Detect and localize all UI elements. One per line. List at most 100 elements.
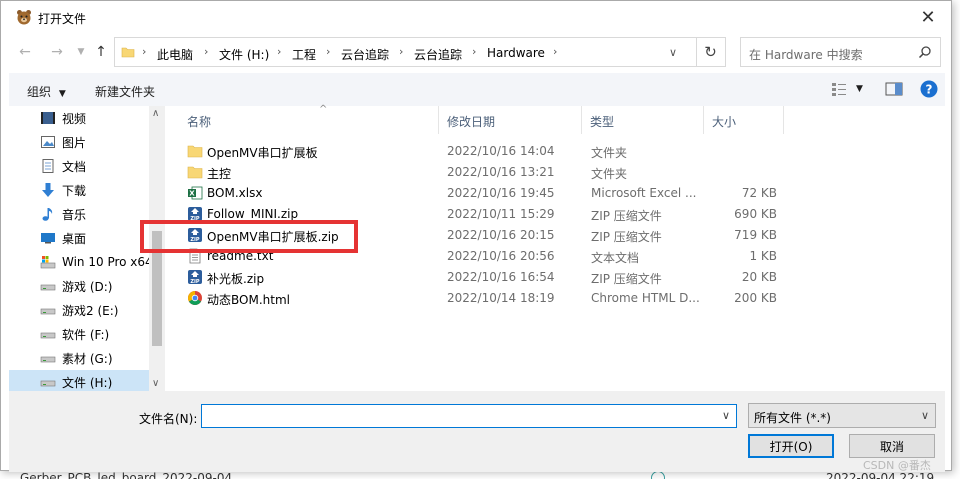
watermark: CSDN @番杰 (863, 459, 931, 472)
file-date: 2022/10/16 19:45 (447, 186, 555, 200)
arrow-up-icon: ↑ (95, 44, 107, 60)
app-bear-icon (17, 10, 31, 25)
breadcrumb-separator: › (553, 45, 558, 58)
sidebar-item-drive-h[interactable]: 文件 (H:) (9, 370, 149, 391)
sidebar-item-label: 桌面 (62, 231, 87, 246)
filename-input[interactable]: ∨ (201, 404, 737, 428)
cancel-button[interactable]: 取消 (849, 434, 935, 458)
search-icon (918, 46, 931, 59)
filename-label: 文件名(N): (139, 412, 198, 426)
file-size: 690 KB (734, 207, 777, 221)
organize-button[interactable]: 组织 ▼ (27, 83, 66, 100)
background-file-name: Gerber_PCB_led_board_2022-09-04 (20, 471, 233, 479)
system-drive-icon (40, 254, 56, 270)
file-row[interactable]: OpenMV串口扩展板 2022/10/16 14:04 文件夹 (179, 140, 779, 161)
breadcrumb-separator: › (142, 45, 147, 58)
dialog-footer: 文件名(N): ∨ 所有文件 (*.*) ∨ 打开(O) 取消 (9, 391, 945, 472)
file-size: 719 KB (734, 228, 777, 242)
chevron-down-icon[interactable]: ▼ (856, 84, 863, 94)
chevron-down-icon: ▼ (77, 47, 85, 57)
file-name: 补光板.zip (207, 272, 265, 286)
file-type: ZIP 压缩文件 (591, 230, 662, 244)
file-date: 2022/10/14 18:19 (447, 291, 555, 305)
file-row[interactable]: ZIP 补光板.zip 2022/10/16 16:54 ZIP 压缩文件 20… (179, 266, 779, 287)
sidebar-item-music[interactable]: 音乐 (9, 202, 149, 226)
breadcrumb-item[interactable]: Hardware (487, 46, 545, 60)
back-button[interactable]: ← (15, 42, 35, 62)
video-icon (40, 110, 56, 126)
red-annotation-box (140, 220, 358, 253)
scroll-down-icon[interactable]: ∨ (152, 378, 159, 389)
sidebar-item-label: Win 10 Pro x64 (62, 255, 153, 269)
breadcrumb-item[interactable]: 云台追踪 (414, 46, 462, 63)
music-icon (40, 206, 56, 222)
sidebar-item-system-drive[interactable]: Win 10 Pro x64 (9, 250, 153, 274)
sidebar-item-pictures[interactable]: 图片 (9, 130, 149, 154)
close-icon: ✕ (920, 6, 936, 28)
sidebar-item-drive-d[interactable]: 游戏 (D:) (9, 274, 149, 298)
file-date: 2022/10/16 14:04 (447, 144, 555, 158)
recent-locations-button[interactable]: ▼ (71, 42, 91, 62)
breadcrumb-separator: › (277, 45, 282, 58)
address-bar[interactable]: › 此电脑 › 文件 (H:) › 工程 › 云台追踪 › 云台追踪 › Har… (114, 37, 726, 67)
breadcrumb-item[interactable]: 云台追踪 (341, 46, 389, 63)
drive-icon (40, 278, 56, 294)
up-button[interactable]: ↑ (91, 42, 111, 62)
chevron-down-icon[interactable]: ∨ (722, 409, 730, 422)
sidebar-item-drive-g[interactable]: 素材 (G:) (9, 346, 149, 370)
close-button[interactable]: ✕ (905, 1, 951, 33)
file-date: 2022/10/16 20:56 (447, 249, 555, 263)
zip-icon: ZIP (188, 270, 202, 285)
svg-text:ZIP: ZIP (190, 279, 199, 285)
documents-icon (40, 158, 56, 174)
search-input[interactable]: 在 Hardware 中搜索 (740, 37, 941, 67)
sidebar-item-label: 音乐 (62, 207, 87, 222)
column-header-name[interactable]: ^ 名称 (179, 104, 439, 134)
sidebar-item-videos[interactable]: 视频 (9, 106, 149, 130)
breadcrumb-item[interactable]: 工程 (292, 46, 316, 63)
arrow-right-icon: → (51, 44, 63, 60)
view-options-icon[interactable] (831, 81, 847, 97)
file-row[interactable]: 动态BOM.html 2022/10/14 18:19 Chrome HTML … (179, 287, 779, 308)
file-type: 文件夹 (591, 167, 628, 181)
drive-icon (40, 326, 56, 342)
column-header-size[interactable]: 大小 (704, 106, 784, 134)
breadcrumb-item[interactable]: 文件 (H:) (219, 46, 269, 63)
open-button[interactable]: 打开(O) (748, 434, 834, 458)
help-icon[interactable]: ? (920, 80, 938, 98)
column-header-label: 大小 (712, 115, 737, 129)
sidebar-item-drive-f[interactable]: 软件 (F:) (9, 322, 149, 346)
column-header-date[interactable]: 修改日期 (439, 106, 582, 134)
scroll-up-icon[interactable]: ∧ (152, 108, 159, 119)
sidebar-item-label: 图片 (62, 135, 87, 150)
breadcrumb-separator: › (204, 45, 209, 58)
breadcrumb-item[interactable]: 此电脑 (157, 46, 193, 63)
excel-icon: X (188, 186, 203, 200)
sidebar-item-label: 软件 (F:) (62, 327, 110, 342)
background-status-icon (651, 471, 665, 479)
svg-text:X: X (189, 190, 195, 198)
sidebar-item-downloads[interactable]: 下载 (9, 178, 149, 202)
chevron-down-icon[interactable]: ∨ (669, 46, 677, 59)
column-header-type[interactable]: 类型 (582, 106, 704, 134)
file-row[interactable]: X BOM.xlsx 2022/10/16 19:45 Microsoft Ex… (179, 182, 779, 203)
refresh-button[interactable]: ↻ (696, 38, 724, 66)
file-row[interactable]: 主控 2022/10/16 13:21 文件夹 (179, 161, 779, 182)
new-folder-button[interactable]: 新建文件夹 (95, 83, 155, 100)
sidebar-item-documents[interactable]: 文档 (9, 154, 149, 178)
open-file-dialog: 打开文件 ✕ ← → ▼ ↑ › 此电脑 › 文件 (H:) › 工程 › 云台… (0, 0, 952, 472)
sidebar-item-desktop[interactable]: 桌面 (9, 226, 149, 250)
sidebar-item-drive-e[interactable]: 游戏2 (E:) (9, 298, 149, 322)
file-size: 200 KB (734, 291, 777, 305)
preview-pane-icon[interactable] (885, 81, 903, 97)
file-size: 72 KB (741, 186, 777, 200)
forward-button[interactable]: → (47, 42, 67, 62)
sidebar-item-label: 素材 (G:) (62, 351, 113, 366)
sidebar-item-label: 游戏 (D:) (62, 279, 113, 294)
download-icon (40, 182, 56, 198)
file-type-select[interactable]: 所有文件 (*.*) ∨ (748, 403, 936, 428)
sidebar-item-label: 文档 (62, 159, 87, 174)
file-type: 文件夹 (591, 146, 628, 160)
breadcrumb-separator: › (399, 45, 404, 58)
sidebar-item-label: 视频 (62, 111, 87, 126)
